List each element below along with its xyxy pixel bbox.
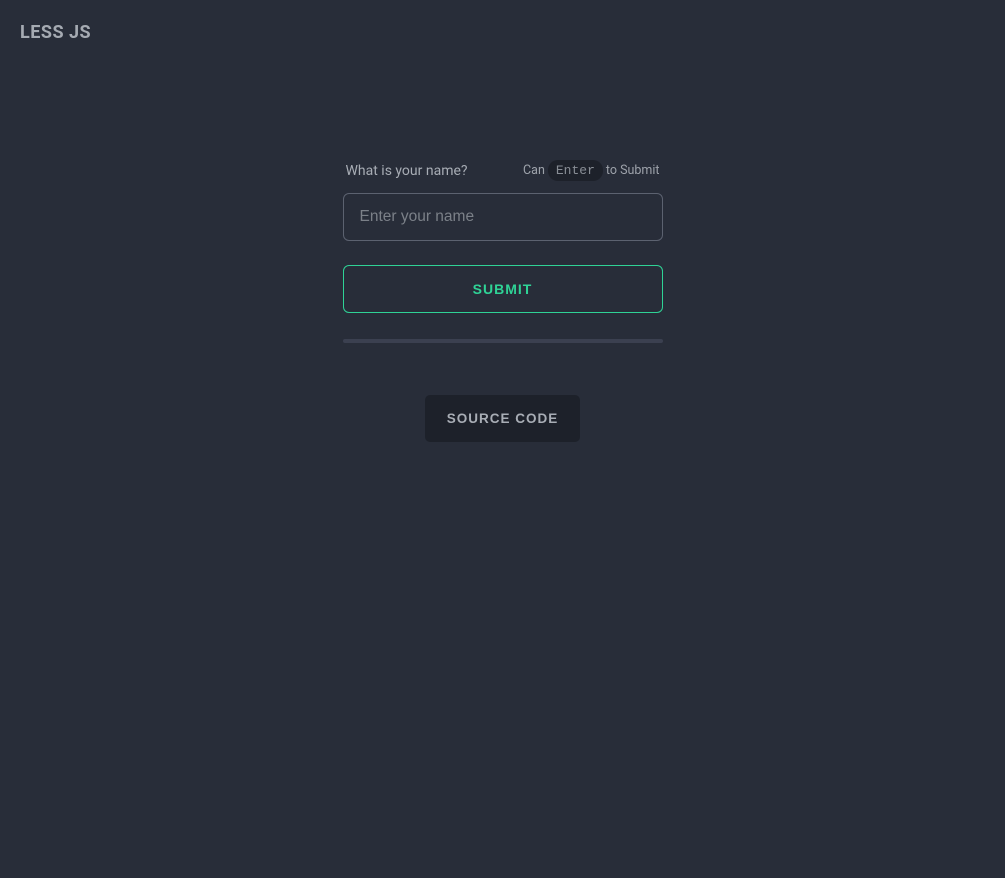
header: LESS JS [0,0,1005,65]
label-row: What is your name? Can Enter to Submit [343,160,663,181]
enter-key-badge: Enter [548,160,603,181]
hint-suffix: to Submit [606,163,660,178]
hint-text: Can Enter to Submit [523,160,659,181]
divider [343,339,663,343]
question-label: What is your name? [346,163,468,179]
submit-button[interactable]: SUBMIT [343,265,663,313]
name-input[interactable] [343,193,663,241]
main-container: What is your name? Can Enter to Submit S… [0,160,1005,442]
form-wrapper: What is your name? Can Enter to Submit S… [343,160,663,343]
source-code-button[interactable]: SOURCE CODE [425,395,581,442]
hint-prefix: Can [523,163,545,178]
header-title: LESS JS [20,22,985,43]
